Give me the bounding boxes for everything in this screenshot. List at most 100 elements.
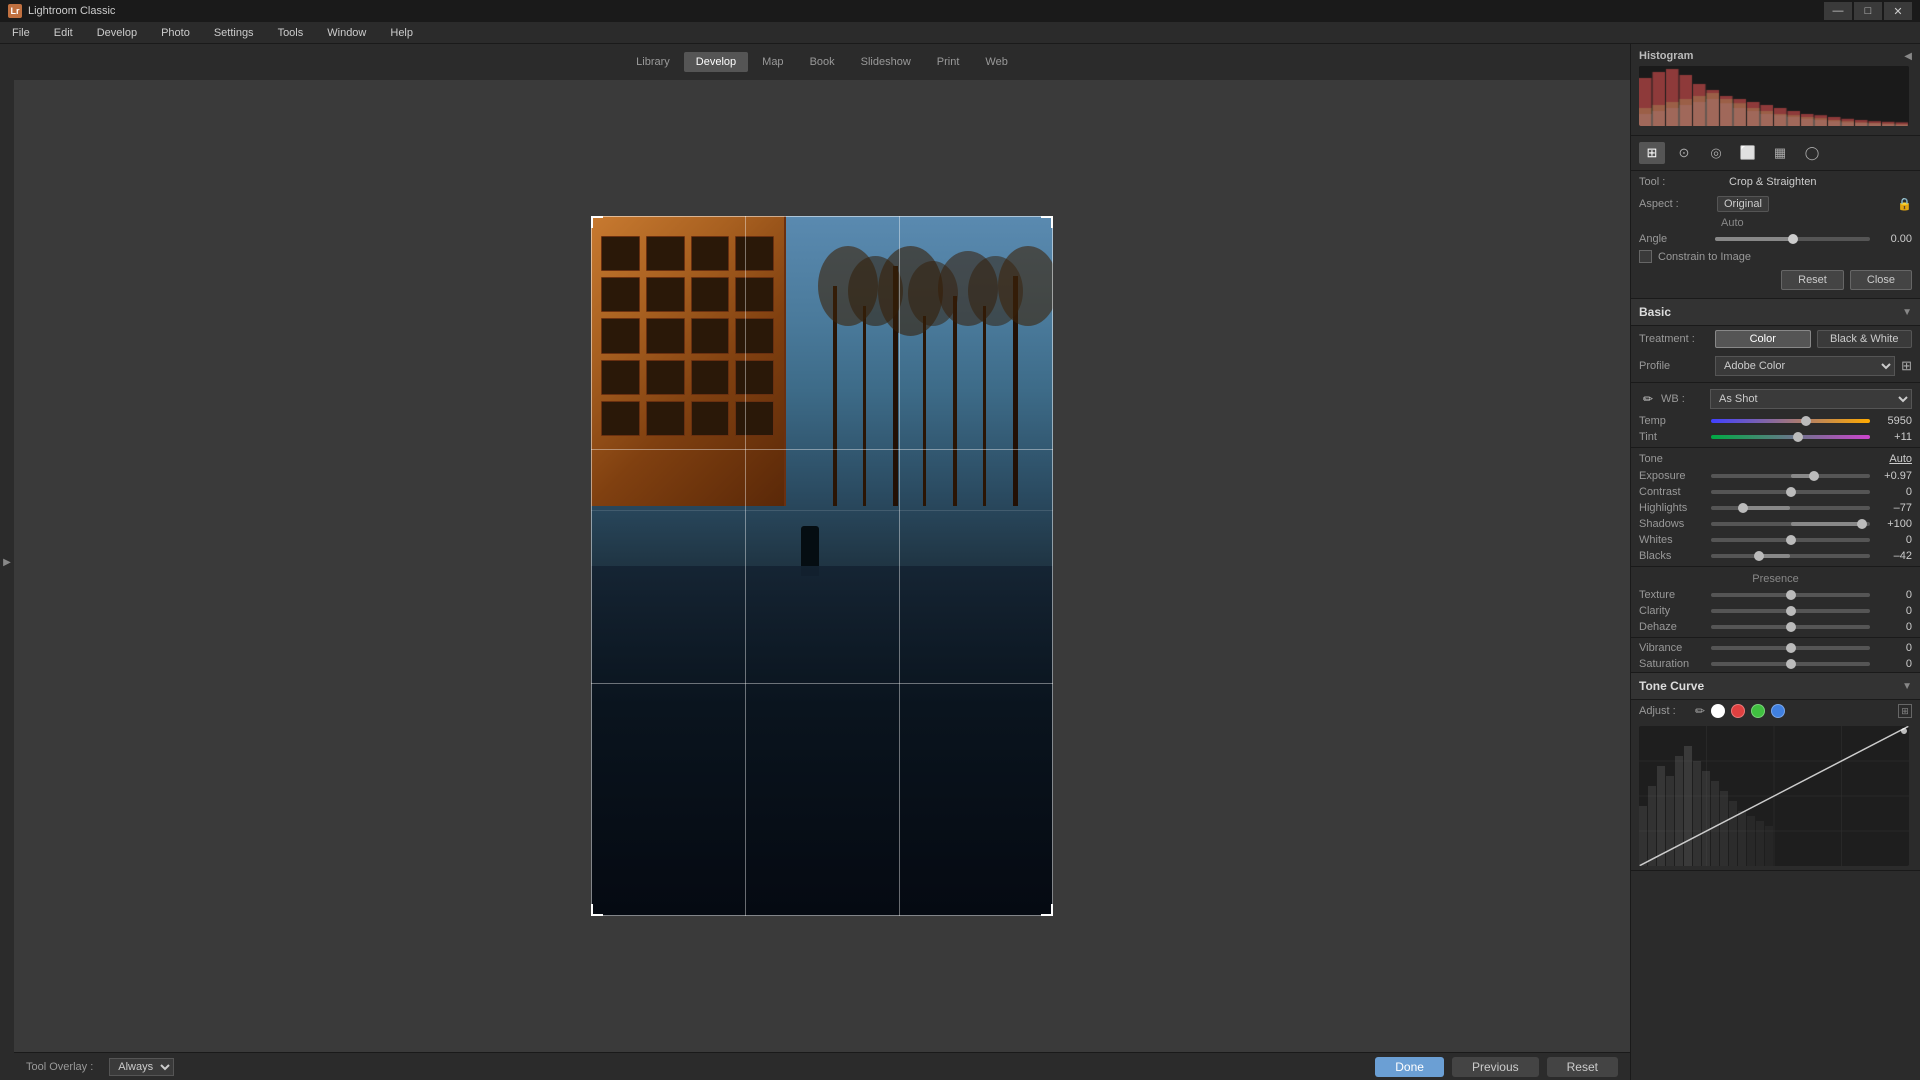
shadows-slider[interactable] xyxy=(1711,522,1870,526)
tool-overlay-select[interactable]: Always Never Auto xyxy=(109,1058,174,1076)
menu-window[interactable]: Window xyxy=(323,25,370,41)
tc-dot-green[interactable] xyxy=(1751,704,1765,718)
crop-tool-icon[interactable]: ⊞ xyxy=(1639,142,1665,164)
menu-tools[interactable]: Tools xyxy=(274,25,308,41)
menu-develop[interactable]: Develop xyxy=(93,25,141,41)
tc-expand-icon[interactable]: ⊞ xyxy=(1898,704,1912,718)
menu-file[interactable]: File xyxy=(8,25,34,41)
basic-section-header[interactable]: Basic ▼ xyxy=(1631,299,1920,326)
texture-row: Texture 0 xyxy=(1631,587,1920,603)
module-print[interactable]: Print xyxy=(925,52,972,72)
contrast-label: Contrast xyxy=(1639,486,1707,498)
menu-photo[interactable]: Photo xyxy=(157,25,194,41)
titlebar: Lr Lightroom Classic — □ ✕ xyxy=(0,0,1920,22)
titlebar-controls[interactable]: — □ ✕ xyxy=(1824,2,1912,20)
tone-curve-title: Tone Curve xyxy=(1639,679,1704,693)
treatment-row: Treatment : Color Black & White xyxy=(1631,326,1920,352)
menu-settings[interactable]: Settings xyxy=(210,25,258,41)
window-12 xyxy=(735,318,774,353)
exposure-slider[interactable] xyxy=(1711,474,1870,478)
treatment-bw-button[interactable]: Black & White xyxy=(1817,330,1913,348)
contrast-row: Contrast 0 xyxy=(1631,484,1920,500)
profile-row: Profile Adobe Color Adobe Landscape Adob… xyxy=(1631,352,1920,380)
angle-value: 0.00 xyxy=(1876,233,1912,245)
lock-icon[interactable]: 🔒 xyxy=(1897,197,1912,211)
module-map[interactable]: Map xyxy=(750,52,795,72)
angle-label: Angle xyxy=(1639,233,1709,245)
exposure-value: +0.97 xyxy=(1874,470,1912,482)
photo-container xyxy=(591,216,1053,916)
texture-slider[interactable] xyxy=(1711,593,1870,597)
tone-curve-header[interactable]: Tone Curve ▼ xyxy=(1631,673,1920,700)
constrain-checkbox[interactable] xyxy=(1639,250,1652,263)
crop-reset-button[interactable]: Reset xyxy=(1781,270,1844,290)
contrast-slider[interactable] xyxy=(1711,490,1870,494)
dehaze-row: Dehaze 0 xyxy=(1631,619,1920,635)
module-web[interactable]: Web xyxy=(973,52,1019,72)
module-slideshow[interactable]: Slideshow xyxy=(849,52,923,72)
basic-section: Basic ▼ Treatment : Color Black & White … xyxy=(1631,299,1920,673)
blacks-label: Blacks xyxy=(1639,550,1707,562)
maximize-button[interactable]: □ xyxy=(1854,2,1882,20)
tc-dot-white[interactable] xyxy=(1711,704,1725,718)
whites-row: Whites 0 xyxy=(1631,532,1920,548)
highlights-slider[interactable] xyxy=(1711,506,1870,510)
profile-grid-icon[interactable]: ⊞ xyxy=(1901,358,1912,374)
treatment-label: Treatment : xyxy=(1639,333,1709,345)
tc-dot-red[interactable] xyxy=(1731,704,1745,718)
temp-label: Temp xyxy=(1639,415,1707,427)
window-10 xyxy=(646,318,685,353)
menu-help[interactable]: Help xyxy=(386,25,417,41)
close-button[interactable]: ✕ xyxy=(1884,2,1912,20)
clarity-label: Clarity xyxy=(1639,605,1707,617)
basic-title: Basic xyxy=(1639,305,1671,319)
saturation-label: Saturation xyxy=(1639,658,1707,670)
temp-value: 5950 xyxy=(1874,415,1912,427)
temp-slider[interactable] xyxy=(1711,419,1870,423)
profile-select[interactable]: Adobe Color Adobe Landscape Adobe Portra… xyxy=(1715,356,1895,376)
wb-row: ✏ WB : As Shot Auto Daylight Cloudy Shad… xyxy=(1631,385,1920,413)
left-panel-toggle[interactable]: ▶ xyxy=(0,44,14,1080)
whites-slider[interactable] xyxy=(1711,538,1870,542)
wb-eyedropper-icon[interactable]: ✏ xyxy=(1639,390,1657,408)
histogram-collapse-icon[interactable]: ◀ xyxy=(1904,51,1912,62)
tc-eyedropper-icon[interactable]: ✏ xyxy=(1695,704,1705,718)
window-19 xyxy=(691,401,730,436)
masking-icon[interactable]: ⬜ xyxy=(1735,142,1761,164)
tint-slider[interactable] xyxy=(1711,435,1870,439)
minimize-button[interactable]: — xyxy=(1824,2,1852,20)
module-library[interactable]: Library xyxy=(624,52,682,72)
graduated-filter-icon[interactable]: ▦ xyxy=(1767,142,1793,164)
crop-close-button[interactable]: Close xyxy=(1850,270,1912,290)
spot-removal-icon[interactable]: ⊙ xyxy=(1671,142,1697,164)
previous-button[interactable]: Previous xyxy=(1452,1057,1539,1077)
dehaze-slider[interactable] xyxy=(1711,625,1870,629)
blacks-slider[interactable] xyxy=(1711,554,1870,558)
reset-bottom-button[interactable]: Reset xyxy=(1547,1057,1618,1077)
highlights-value: –77 xyxy=(1874,502,1912,514)
window-17 xyxy=(601,401,640,436)
histogram-title: Histogram xyxy=(1639,50,1693,62)
radial-filter-icon[interactable]: ◯ xyxy=(1799,142,1825,164)
tool-icons-row: ⊞ ⊙ ◎ ⬜ ▦ ◯ xyxy=(1631,136,1920,171)
done-button[interactable]: Done xyxy=(1375,1057,1444,1077)
saturation-slider[interactable] xyxy=(1711,662,1870,666)
window-5 xyxy=(601,277,640,312)
clarity-slider[interactable] xyxy=(1711,609,1870,613)
treatment-color-button[interactable]: Color xyxy=(1715,330,1811,348)
aspect-value-selector[interactable]: Original xyxy=(1717,196,1769,212)
window-8 xyxy=(735,277,774,312)
module-book[interactable]: Book xyxy=(798,52,847,72)
tc-dot-blue[interactable] xyxy=(1771,704,1785,718)
tone-curve-canvas xyxy=(1639,726,1909,866)
vibrance-slider[interactable] xyxy=(1711,646,1870,650)
angle-slider-track[interactable] xyxy=(1715,237,1870,241)
wb-select[interactable]: As Shot Auto Daylight Cloudy Shade Custo… xyxy=(1710,389,1912,409)
redeye-icon[interactable]: ◎ xyxy=(1703,142,1729,164)
menu-edit[interactable]: Edit xyxy=(50,25,77,41)
divider-1 xyxy=(1631,382,1920,383)
module-develop[interactable]: Develop xyxy=(684,52,748,72)
right-panel: Histogram ◀ ⊞ ⊙ ◎ ⬜ ▦ ◯ Tool : Crop & St… xyxy=(1630,44,1920,1080)
tone-auto-button[interactable]: Auto xyxy=(1889,453,1912,465)
tone-curve-svg xyxy=(1639,726,1909,866)
